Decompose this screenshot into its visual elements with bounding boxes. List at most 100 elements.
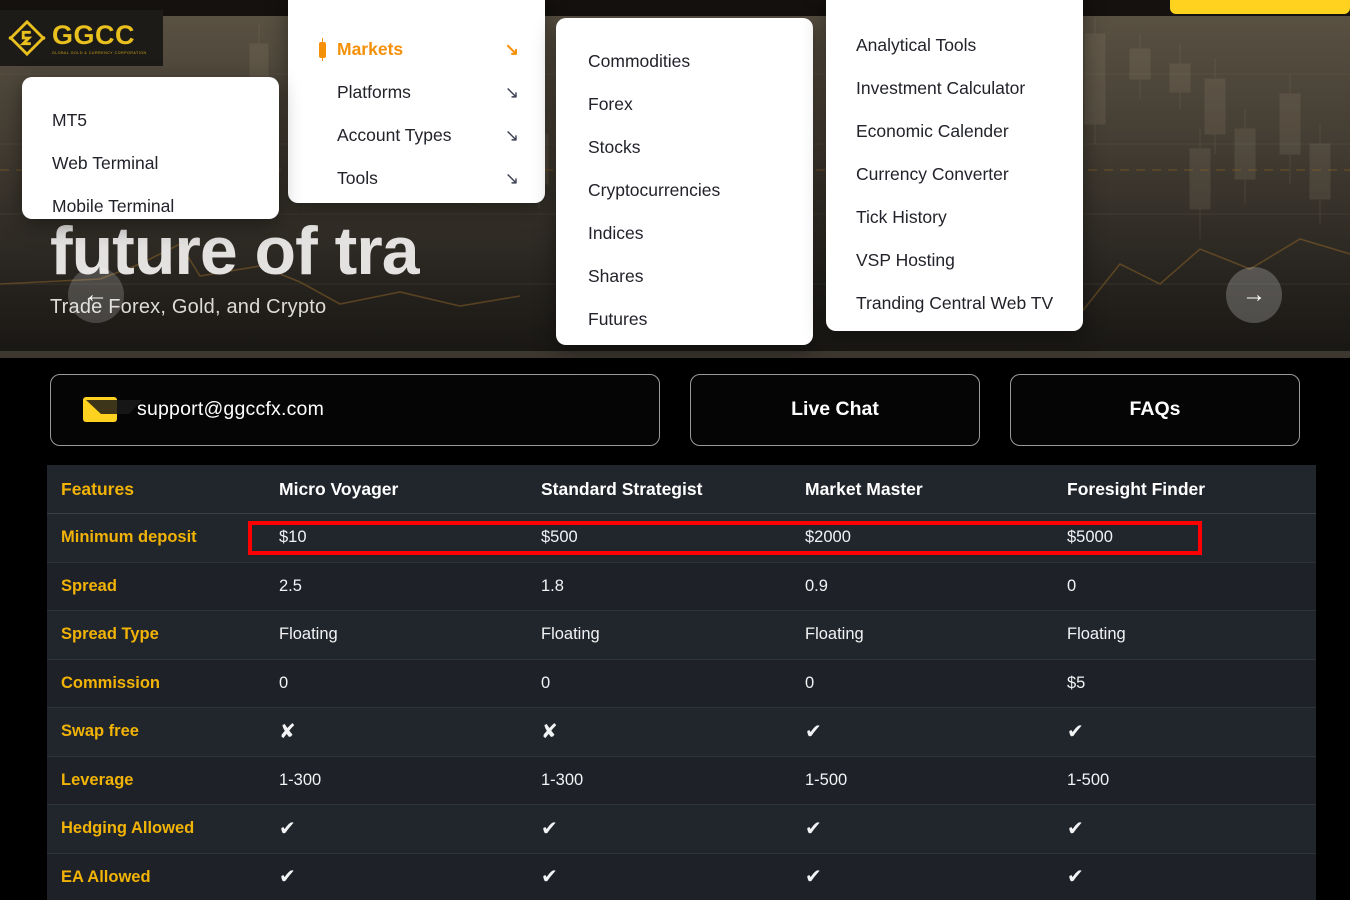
tools-item-analytical-tools[interactable]: Analytical Tools <box>856 24 1083 67</box>
tools-item-label: Economic Calender <box>856 121 1009 141</box>
table-header-row: Features Micro Voyager Standard Strategi… <box>47 465 1316 514</box>
row-label: Hedging Allowed <box>61 819 195 838</box>
tools-item-tranding-central-web-tv[interactable]: Tranding Central Web TV <box>856 282 1083 325</box>
markets-item-label: Cryptocurrencies <box>588 180 721 200</box>
nav-item-account-types[interactable]: Account Types ↘ <box>319 114 545 157</box>
nav-item-label: Account Types <box>337 125 452 145</box>
tools-item-label: Investment Calculator <box>856 78 1026 98</box>
nav-item-tools[interactable]: Tools ↘ <box>319 157 545 200</box>
markets-item-label: Commodities <box>588 51 691 71</box>
carousel-next-button[interactable]: → <box>1226 267 1282 323</box>
check-icon: ✔ <box>1067 720 1084 743</box>
row-value: Floating <box>1067 625 1126 644</box>
nav-item-markets[interactable]: Markets ↘ <box>319 28 545 71</box>
check-icon: ✔ <box>1067 817 1084 840</box>
hero-top-strip <box>0 0 1350 16</box>
check-icon: ✔ <box>1067 866 1084 889</box>
envelope-icon <box>83 397 142 422</box>
platforms-item-mobile-terminal[interactable]: Mobile Terminal <box>52 185 279 228</box>
check-icon: ✔ <box>279 817 296 840</box>
tools-item-label: VSP Hosting <box>856 250 955 270</box>
markets-item-commodities[interactable]: Commodities <box>588 40 813 83</box>
support-email-label: support@ggccfx.com <box>137 398 325 420</box>
check-icon: ✔ <box>541 817 558 840</box>
column-header-standard-strategist: Standard Strategist <box>541 478 703 499</box>
arrow-down-right-icon: ↘ <box>504 40 519 59</box>
row-value: 0 <box>279 673 289 692</box>
row-value: 1-300 <box>541 770 584 789</box>
hero-bottom-strip <box>0 351 1350 358</box>
row-value: $5000 <box>1067 528 1113 547</box>
platforms-item-label: Mobile Terminal <box>52 196 175 216</box>
markets-item-cryptocurrencies[interactable]: Cryptocurrencies <box>588 169 813 212</box>
row-value: 1-300 <box>279 770 322 789</box>
markets-item-stocks[interactable]: Stocks <box>588 126 813 169</box>
tools-item-investment-calculator[interactable]: Investment Calculator <box>856 67 1083 110</box>
column-header-market-master: Market Master <box>805 478 923 499</box>
cross-icon: ✘ <box>541 720 558 743</box>
nav-item-platforms[interactable]: Platforms ↘ <box>319 71 545 114</box>
table-row: Leverage 1-300 1-300 1-500 1-500 <box>47 756 1316 805</box>
arrow-down-right-icon: ↘ <box>504 126 519 145</box>
tools-item-label: Tick History <box>856 207 947 227</box>
markets-item-forex[interactable]: Forex <box>588 83 813 126</box>
check-icon: ✔ <box>805 720 822 743</box>
markets-item-indices[interactable]: Indices <box>588 212 813 255</box>
tools-item-label: Currency Converter <box>856 164 1009 184</box>
table-row: EA Allowed ✔ ✔ ✔ ✔ <box>47 853 1316 900</box>
arrow-right-icon: → <box>1242 281 1266 308</box>
row-value: $2000 <box>805 528 851 547</box>
platforms-submenu: MT5 Web Terminal Mobile Terminal <box>22 77 279 219</box>
row-label: Swap free <box>61 722 139 741</box>
contact-bar: support@ggccfx.com Live Chat FAQs <box>0 358 1350 461</box>
live-chat-button[interactable]: Live Chat <box>690 373 980 446</box>
row-value: 1-500 <box>805 770 848 789</box>
table-row: Commission 0 0 0 $5 <box>47 659 1316 708</box>
page-root: future of tra Trade Forex, Gold, and Cry… <box>0 0 1350 900</box>
nav-item-label: Markets <box>337 39 404 59</box>
platforms-item-web-terminal[interactable]: Web Terminal <box>52 142 279 185</box>
markets-item-shares[interactable]: Shares <box>588 255 813 298</box>
faqs-button[interactable]: FAQs <box>1010 373 1300 446</box>
nav-item-label: Platforms <box>337 82 411 102</box>
table-row: Hedging Allowed ✔ ✔ ✔ ✔ <box>47 805 1316 854</box>
markets-item-label: Futures <box>588 309 648 329</box>
logo-tagline: GLOBAL GOLD & CURRENCY CORPORATION <box>52 50 147 55</box>
row-value: 0 <box>805 673 815 692</box>
cross-icon: ✘ <box>279 720 296 743</box>
row-value: Floating <box>279 625 338 644</box>
tools-item-currency-converter[interactable]: Currency Converter <box>856 153 1083 196</box>
tools-item-tick-history[interactable]: Tick History <box>856 196 1083 239</box>
tools-submenu: Analytical Tools Investment Calculator E… <box>826 0 1083 331</box>
markets-item-label: Indices <box>588 223 644 243</box>
main-nav-dropdown: Markets ↘ Platforms ↘ Account Types ↘ To… <box>288 0 545 203</box>
markets-item-futures[interactable]: Futures <box>588 298 813 341</box>
tools-item-label: Tranding Central Web TV <box>856 293 1054 313</box>
carousel-prev-button[interactable]: ← <box>68 267 124 323</box>
tools-item-economic-calender[interactable]: Economic Calender <box>856 110 1083 153</box>
logo-text: GGCC <box>52 19 135 50</box>
arrow-left-icon: ← <box>84 281 108 308</box>
row-label: Commission <box>61 673 161 692</box>
table-row: Spread Type Floating Floating Floating F… <box>47 611 1316 660</box>
logo[interactable]: GGCC GLOBAL GOLD & CURRENCY CORPORATION <box>0 10 163 66</box>
platforms-item-mt5[interactable]: MT5 <box>52 99 279 142</box>
row-value: 2.5 <box>279 576 302 595</box>
check-icon: ✔ <box>279 866 296 889</box>
column-header-micro-voyager: Micro Voyager <box>279 478 399 499</box>
top-cta-button[interactable] <box>1170 0 1350 14</box>
row-value: 0 <box>541 673 551 692</box>
row-value: 1.8 <box>541 576 564 595</box>
live-chat-label: Live Chat <box>791 398 879 420</box>
logo-wordmark: GGCC GLOBAL GOLD & CURRENCY CORPORATION <box>52 19 147 55</box>
column-header-foresight-finder: Foresight Finder <box>1067 478 1206 499</box>
row-label: Spread <box>61 576 117 595</box>
check-icon: ✔ <box>541 866 558 889</box>
tools-item-vsp-hosting[interactable]: VSP Hosting <box>856 239 1083 282</box>
row-label: Minimum deposit <box>61 528 197 547</box>
markets-item-label: Stocks <box>588 137 641 157</box>
support-email-button[interactable]: support@ggccfx.com <box>50 373 660 446</box>
table-row: Spread 2.5 1.8 0.9 0 <box>47 562 1316 611</box>
row-value: 0.9 <box>805 576 828 595</box>
row-value: Floating <box>541 625 600 644</box>
